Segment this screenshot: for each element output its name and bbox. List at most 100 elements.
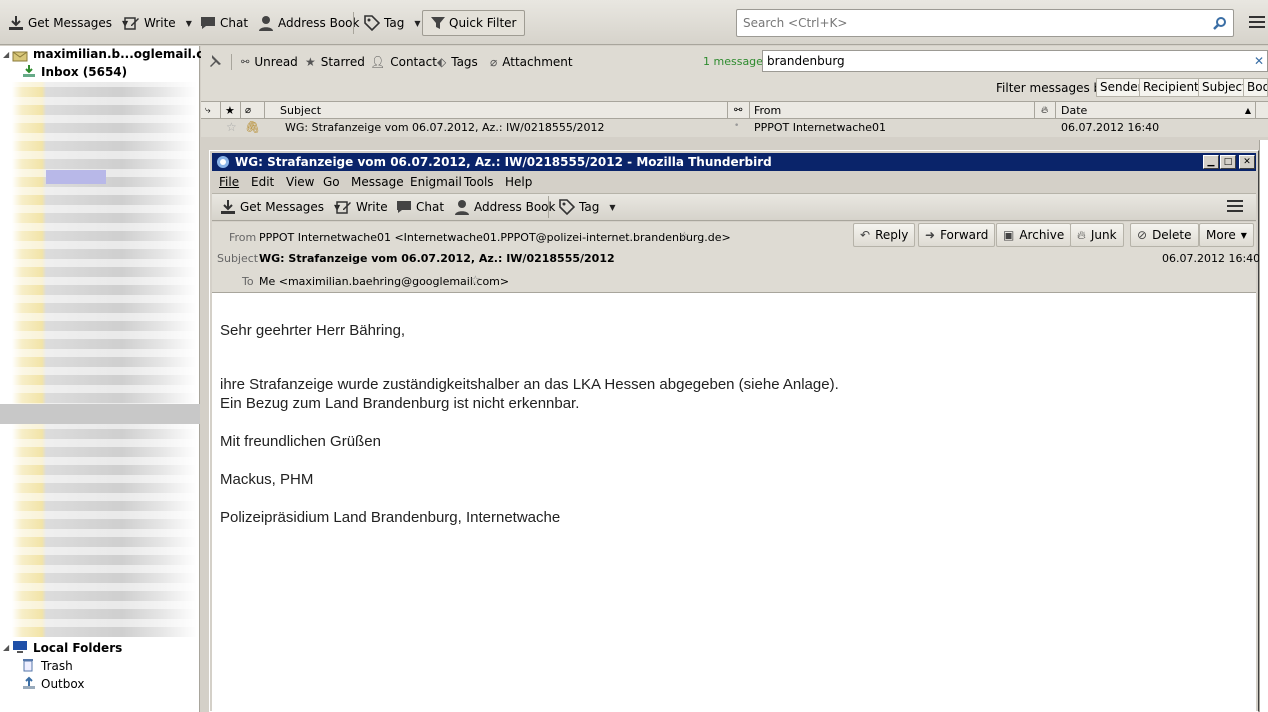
tag-button[interactable]: Tag ▼	[360, 10, 424, 36]
filter-text-input[interactable]: brandenburg ✕	[762, 50, 1268, 72]
tags-filter-label: Tags	[451, 55, 478, 69]
table-row[interactable]: ☆ 🖇︎ WG: Strafanzeige vom 06.07.2012, Az…	[201, 119, 1268, 137]
tag-icon: ⬖	[437, 55, 447, 69]
clear-filter-icon[interactable]: ✕	[1254, 54, 1264, 68]
star-icon[interactable]: ☆	[470, 273, 481, 287]
mw-write-button[interactable]: Write	[332, 194, 392, 220]
mw-chat-label: Chat	[416, 200, 445, 214]
mw-chat-button[interactable]: Chat	[392, 194, 448, 220]
star-icon[interactable]: ☆	[679, 229, 690, 243]
mw-tag-button[interactable]: Tag ▼	[555, 194, 619, 220]
unread-icon: ⚯	[241, 56, 250, 68]
chevron-down-icon[interactable]: ▼	[414, 19, 420, 28]
filter-body-toggle[interactable]: Body	[1243, 78, 1268, 97]
menu-file[interactable]: File	[219, 175, 239, 189]
contact-icon	[259, 16, 273, 31]
chat-button[interactable]: Chat	[196, 10, 252, 36]
attachment-column-header[interactable]: ⌀	[241, 102, 265, 119]
thread-column-header[interactable]: ⤷	[201, 102, 221, 119]
maximize-button[interactable]: □	[1220, 155, 1236, 169]
subject-column-header[interactable]: Subject	[265, 102, 728, 119]
account-twisty-icon[interactable]: ◢	[3, 50, 9, 59]
archive-button[interactable]: ▣ Archive	[996, 223, 1072, 247]
starred-filter[interactable]: ★ Starred	[305, 52, 365, 72]
star-column-header[interactable]: ★	[221, 102, 241, 119]
junk-button[interactable]: 🔥︎ Junk	[1070, 223, 1124, 247]
to-label: To	[242, 275, 254, 288]
close-button[interactable]: ✕	[1239, 155, 1255, 169]
contact-filter[interactable]: 👤︎ Contact	[370, 52, 437, 72]
contact-filter-label: Contact	[390, 55, 437, 69]
menu-tools[interactable]: Tools	[464, 175, 494, 189]
message-window-titlebar[interactable]: WG: Strafanzeige vom 06.07.2012, Az.: IW…	[212, 153, 1256, 171]
tag-icon	[364, 15, 380, 31]
get-messages-button[interactable]: Get Messages ▼	[4, 10, 132, 36]
local-folders[interactable]: Local Folders	[33, 641, 122, 655]
filter-recipients-label: Recipients	[1143, 80, 1206, 94]
mw-get-messages-button[interactable]: Get Messages ▼	[216, 194, 344, 220]
download-icon	[9, 16, 23, 30]
paperclip-icon: ⌀	[245, 105, 252, 116]
tag-label: Tag	[384, 16, 405, 30]
subject-column-label: Subject	[280, 104, 322, 117]
local-folders-twisty-icon[interactable]: ◢	[3, 643, 9, 652]
chevron-down-icon[interactable]: ▼	[609, 203, 615, 212]
app-menu-icon[interactable]	[1249, 14, 1265, 30]
menu-enigmail[interactable]: Enigmail	[410, 175, 462, 189]
unread-filter[interactable]: ⚯ Unread	[241, 52, 298, 72]
star-icon[interactable]: ☆	[226, 120, 237, 134]
outbox-folder[interactable]: Outbox	[41, 677, 84, 691]
chevron-down-icon[interactable]: ▼	[186, 19, 192, 28]
quick-filter-button[interactable]: Quick Filter	[422, 10, 526, 36]
filter-text-value: brandenburg	[767, 54, 845, 68]
from-column-header[interactable]: From	[750, 102, 1035, 119]
trash-folder[interactable]: Trash	[41, 659, 73, 673]
from-value[interactable]: PPPOT Internetwache01 <Internetwache01.P…	[259, 231, 731, 244]
forward-icon: ➜	[925, 228, 936, 242]
address-book-button[interactable]: Address Book	[254, 10, 363, 36]
pin-icon[interactable]	[208, 54, 222, 68]
from-label: From	[229, 231, 257, 244]
outbox-icon	[23, 676, 35, 689]
toolbar-separator	[548, 196, 549, 218]
inbox-folder[interactable]: Inbox (5654)	[41, 65, 127, 79]
result-count: 1 message	[703, 55, 763, 68]
reply-label: Reply	[875, 228, 909, 242]
write-button[interactable]: Write ▼	[120, 10, 196, 36]
read-column-header[interactable]: ⚯	[728, 102, 750, 119]
message-date-header: 06.07.2012 16:40	[1162, 252, 1261, 265]
delete-label: Delete	[1152, 228, 1192, 242]
minimize-button[interactable]: ▁	[1203, 155, 1219, 169]
redacted-folder-list	[12, 82, 197, 637]
account-name[interactable]: maximilian.b...oglemail.com	[33, 47, 224, 61]
read-dot-icon[interactable]: •	[734, 121, 739, 131]
global-search-placeholder: Search <Ctrl+K>	[743, 16, 848, 30]
reply-button[interactable]: ↶ Reply	[853, 223, 916, 247]
attachment-filter-label: Attachment	[502, 55, 573, 69]
menu-view[interactable]: View	[286, 175, 314, 189]
tags-filter[interactable]: ⬖ Tags	[437, 52, 478, 72]
menu-message[interactable]: Message	[351, 175, 404, 189]
chat-label: Chat	[220, 16, 249, 30]
body-closing: Mit freundlichen Grüßen	[220, 433, 381, 450]
junk-column-header[interactable]: 🔥︎	[1035, 102, 1056, 119]
star-icon: ★	[225, 104, 235, 117]
delete-button[interactable]: ⊘ Delete	[1130, 223, 1199, 247]
message-subject: WG: Strafanzeige vom 06.07.2012, Az.: IW…	[285, 121, 605, 134]
filter-by-label: Filter messages by:	[996, 81, 1112, 95]
attachment-filter[interactable]: ⌀ Attachment	[490, 52, 573, 72]
inbox-icon	[23, 65, 35, 77]
forward-button[interactable]: ➜ Forward	[918, 223, 996, 247]
forward-label: Forward	[940, 228, 989, 242]
menu-go[interactable]: Go	[323, 175, 340, 189]
more-button[interactable]: More ▼	[1199, 223, 1254, 247]
menu-edit[interactable]: Edit	[251, 175, 274, 189]
search-icon[interactable]	[1213, 16, 1227, 30]
menu-help[interactable]: Help	[505, 175, 532, 189]
mw-address-book-button[interactable]: Address Book	[450, 194, 559, 220]
global-search-input[interactable]: Search <Ctrl+K>	[736, 9, 1234, 37]
date-column-header[interactable]: Date ▲	[1056, 102, 1256, 119]
junk-label: Junk	[1090, 228, 1117, 242]
mw-menu-icon[interactable]	[1227, 199, 1243, 215]
filter-separator	[231, 54, 232, 70]
